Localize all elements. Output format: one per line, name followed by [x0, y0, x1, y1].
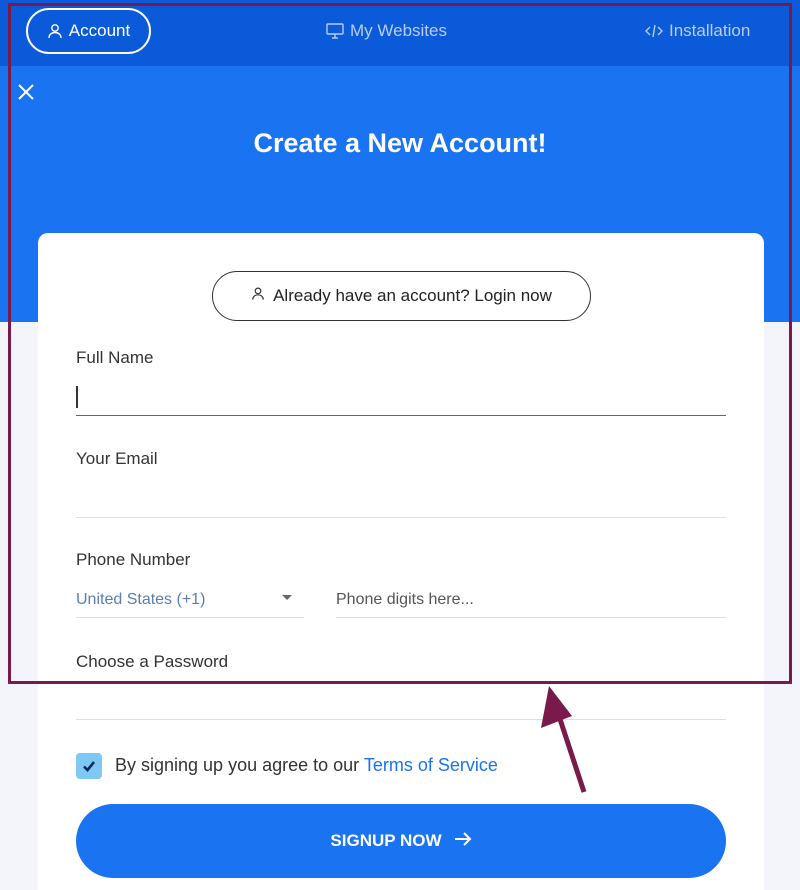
- email-input[interactable]: [76, 478, 726, 518]
- email-label: Your Email: [76, 449, 158, 468]
- user-icon: [47, 23, 63, 39]
- full-name-label: Full Name: [76, 348, 154, 367]
- login-button[interactable]: Already have an account? Login now: [212, 271, 591, 321]
- top-navigation: Account My Websites Installation: [0, 0, 800, 66]
- phone-placeholder: Phone digits here...: [336, 591, 474, 608]
- close-icon: [18, 84, 34, 100]
- tab-installation[interactable]: Installation: [645, 8, 750, 54]
- password-label: Choose a Password: [76, 652, 229, 671]
- monitor-icon: [326, 23, 344, 39]
- country-code-select[interactable]: United States (+1): [76, 582, 304, 618]
- tab-account-label: Account: [68, 21, 131, 40]
- country-code-value: United States (+1): [76, 591, 206, 608]
- close-button[interactable]: [16, 82, 36, 102]
- tab-my-websites-label: My Websites: [350, 21, 447, 40]
- login-button-label: Already have an account? Login now: [273, 286, 552, 305]
- page-title: Create a New Account!: [253, 128, 547, 158]
- full-name-input[interactable]: [76, 376, 726, 416]
- user-icon: [251, 286, 265, 306]
- password-input[interactable]: [76, 680, 726, 720]
- signup-button-label: SIGNUP NOW: [330, 831, 442, 850]
- phone-input[interactable]: Phone digits here...: [336, 582, 726, 618]
- terms-text-prefix: By signing up you agree to our: [115, 755, 364, 775]
- check-icon: [83, 761, 96, 772]
- text-caret: [76, 386, 78, 408]
- tab-my-websites[interactable]: My Websites: [326, 8, 447, 54]
- signup-button[interactable]: SIGNUP NOW: [76, 804, 726, 878]
- code-icon: [645, 24, 663, 38]
- chevron-down-icon: [282, 595, 292, 600]
- tab-account[interactable]: Account: [26, 8, 151, 54]
- terms-of-service-link[interactable]: Terms of Service: [364, 755, 498, 775]
- terms-checkbox[interactable]: [76, 753, 102, 779]
- arrow-right-icon: [454, 831, 472, 851]
- phone-label: Phone Number: [76, 550, 191, 569]
- tab-installation-label: Installation: [669, 21, 751, 40]
- terms-text: By signing up you agree to our Terms of …: [115, 755, 498, 776]
